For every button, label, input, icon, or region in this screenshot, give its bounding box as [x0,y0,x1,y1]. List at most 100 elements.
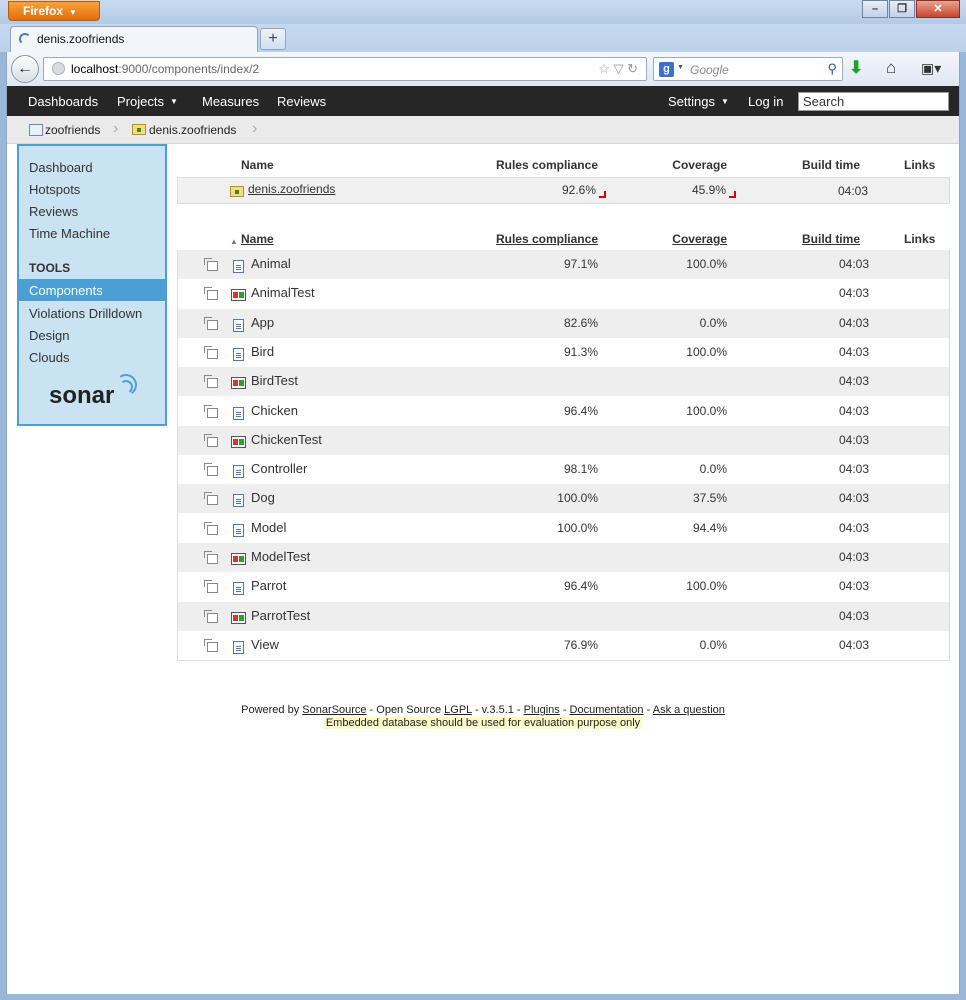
table-row[interactable]: View 76.9% 0.0% 04:03 [178,631,949,660]
project-icon [29,124,43,136]
breadcrumb-item-denis-zoofriends[interactable]: denis.zoofriends [132,123,236,137]
zoom-popup-icon[interactable] [204,375,218,388]
component-name[interactable]: ModelTest [251,549,310,564]
rules-compliance-value: 96.4% [563,404,598,418]
zoom-popup-icon[interactable] [204,258,218,271]
sidebar-item-clouds[interactable]: Clouds [19,346,165,368]
download-icon[interactable]: ⬇ [849,58,863,78]
reload-icon[interactable]: ↻ [627,61,638,76]
component-name[interactable]: Dog [251,490,275,505]
project-row[interactable]: denis.zoofriends 92.6% 45.9% 04:03 [177,177,950,204]
breadcrumb-item-zoofriends[interactable]: zoofriends [29,123,100,137]
sidebar-item-time-machine[interactable]: Time Machine [19,222,165,244]
home-icon[interactable]: ⌂ [886,58,896,78]
component-name[interactable]: Controller [251,461,307,476]
table-row[interactable]: Animal 97.1% 100.0% 04:03 [178,250,949,279]
rules-compliance-value: 100.0% [557,491,598,505]
nav-measures[interactable]: Measures [202,94,259,109]
sidebar-item-design[interactable]: Design [19,324,165,346]
google-icon[interactable]: g [659,62,674,77]
table-row[interactable]: ChickenTest 04:03 [178,426,949,455]
sonar-logo-text: sonar [49,382,115,409]
zoom-popup-icon[interactable] [204,346,218,359]
table-row[interactable]: Model 100.0% 94.4% 04:03 [178,514,949,543]
component-name[interactable]: Animal [251,256,291,271]
lgpl-link[interactable]: LGPL [444,704,472,716]
component-name[interactable]: BirdTest [251,373,298,388]
nav-settings[interactable]: Settings ▼ [668,94,729,109]
zoom-popup-icon[interactable] [204,492,218,505]
zoom-popup-icon[interactable] [204,405,218,418]
browser-search-bar[interactable]: g ▼ Google ⚲ [653,57,843,81]
zoom-popup-icon[interactable] [204,610,218,623]
nav-dashboards[interactable]: Dashboards [28,94,98,109]
zoom-popup-icon[interactable] [204,434,218,447]
search-icon[interactable]: ⚲ [827,61,837,77]
minimize-icon[interactable]: – [862,0,888,18]
table-row[interactable]: Bird 91.3% 100.0% 04:03 [178,338,949,367]
footer-separator: - [562,704,567,716]
back-arrow-icon[interactable]: ← [11,55,39,83]
components-header-build-time[interactable]: Build time [787,232,860,246]
project-name-link[interactable]: denis.zoofriends [248,182,335,196]
sidebar-item-violations-drilldown[interactable]: Violations Drilldown [19,302,165,324]
component-name[interactable]: Parrot [251,578,286,593]
new-tab-button[interactable]: + [260,28,286,50]
build-time-value: 04:03 [838,345,869,359]
zoom-popup-icon[interactable] [204,580,218,593]
nav-projects[interactable]: Projects ▼ [117,94,178,109]
firefox-menu-button[interactable]: Firefox ▼ [8,1,100,21]
url-bar-icons: ☆ ▽ ↻ [598,61,638,77]
component-name[interactable]: View [251,637,279,652]
table-row[interactable]: ParrotTest 04:03 [178,602,949,631]
ask-question-link[interactable]: Ask a question [653,704,725,716]
bookmarks-menu-icon[interactable]: ▣▾ [921,58,941,78]
component-name[interactable]: Bird [251,344,274,359]
zoom-popup-icon[interactable] [204,639,218,652]
tab-strip: denis.zoofriends + [0,24,966,52]
bookmark-star-icon[interactable]: ☆ [598,61,610,76]
close-icon[interactable]: ✕ [916,0,960,18]
component-name[interactable]: AnimalTest [251,285,315,300]
dropdown-icon[interactable]: ▽ [613,61,623,76]
sidebar-item-hotspots[interactable]: Hotspots [19,178,165,200]
table-row[interactable]: ModelTest 04:03 [178,543,949,572]
zoom-popup-icon[interactable] [204,522,218,535]
documentation-link[interactable]: Documentation [570,704,644,716]
sonarsource-link[interactable]: SonarSource [302,704,366,716]
table-row[interactable]: Parrot 96.4% 100.0% 04:03 [178,572,949,601]
chevron-down-icon[interactable]: ▼ [677,64,684,71]
components-header-name[interactable]: Name [241,232,274,246]
component-name[interactable]: App [251,315,274,330]
table-row[interactable]: BirdTest 04:03 [178,367,949,396]
sidebar-item-dashboard[interactable]: Dashboard [19,156,165,178]
url-bar[interactable]: localhost:9000/components/index/2 ☆ ▽ ↻ [43,57,647,81]
table-row[interactable]: App 82.6% 0.0% 04:03 [178,309,949,338]
zoom-popup-icon[interactable] [204,463,218,476]
url-path: :9000/components/index/2 [118,62,260,76]
table-row[interactable]: Controller 98.1% 0.0% 04:03 [178,455,949,484]
build-time-value: 04:03 [838,316,869,330]
components-header-rules[interactable]: Rules compliance [477,232,598,246]
component-name[interactable]: Chicken [251,403,298,418]
project-rules-value: 92.6% [561,183,596,197]
search-input[interactable]: Search [798,92,949,111]
components-header-coverage[interactable]: Coverage [647,232,727,246]
component-name[interactable]: Model [251,520,286,535]
nav-reviews[interactable]: Reviews [277,94,326,109]
component-name[interactable]: ParrotTest [251,608,310,623]
maximize-icon[interactable]: ❐ [889,0,915,18]
nav-login[interactable]: Log in [748,94,783,109]
table-row[interactable]: AnimalTest 04:03 [178,279,949,308]
component-name[interactable]: ChickenTest [251,432,322,447]
sidebar-item-reviews[interactable]: Reviews [19,200,165,222]
table-row[interactable]: Chicken 96.4% 100.0% 04:03 [178,397,949,426]
sidebar-item-components[interactable]: Components [19,279,165,301]
rules-compliance-value: 76.9% [563,638,598,652]
browser-tab[interactable]: denis.zoofriends [10,26,258,52]
zoom-popup-icon[interactable] [204,317,218,330]
plugins-link[interactable]: Plugins [524,704,560,716]
table-row[interactable]: Dog 100.0% 37.5% 04:03 [178,484,949,513]
zoom-popup-icon[interactable] [204,287,218,300]
zoom-popup-icon[interactable] [204,551,218,564]
